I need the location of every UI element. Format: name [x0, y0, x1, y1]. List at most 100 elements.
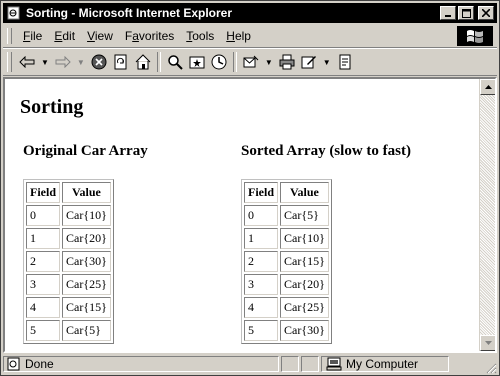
- minimize-button[interactable]: [440, 6, 456, 20]
- security-zone-text: My Computer: [346, 357, 419, 371]
- field-cell: 3: [244, 274, 278, 295]
- field-cell: 5: [26, 320, 60, 341]
- field-cell: 5: [244, 320, 278, 341]
- column-header-value: Value: [280, 182, 329, 203]
- edit-icon: [301, 56, 316, 69]
- favorites-icon: [189, 56, 205, 69]
- table-row: 3 Car{25}: [26, 274, 111, 295]
- vertical-scrollbar[interactable]: [479, 79, 495, 351]
- value-cell: Car{25}: [62, 274, 111, 295]
- home-button[interactable]: [132, 51, 154, 73]
- menu-file[interactable]: File: [17, 29, 48, 43]
- discuss-icon: [339, 54, 351, 70]
- field-cell: 4: [244, 297, 278, 318]
- value-cell: Car{10}: [280, 228, 329, 249]
- sorted-array-table: Field Value 0 Car{5} 1 Car{10} 2 Car{15} 3C…: [241, 179, 332, 344]
- scroll-up-button[interactable]: [480, 79, 495, 95]
- menu-help[interactable]: Help: [220, 29, 257, 43]
- stop-button[interactable]: [88, 51, 110, 73]
- resize-grip-icon[interactable]: [485, 362, 497, 374]
- forward-dropdown-icon[interactable]: ▼: [74, 58, 88, 67]
- mail-icon: [243, 55, 259, 68]
- value-cell: Car{15}: [62, 297, 111, 318]
- table-row: 5 Car{30}: [244, 320, 329, 341]
- table-row: 3 Car{20}: [244, 274, 329, 295]
- field-cell: 1: [26, 228, 60, 249]
- status-bar: Done My Computer: [3, 354, 497, 374]
- column-header-value: Value: [62, 182, 111, 203]
- arrow-down-icon: [484, 341, 492, 345]
- toolbar-grip[interactable]: [7, 52, 12, 72]
- value-cell: Car{30}: [280, 320, 329, 341]
- menu-tools[interactable]: Tools: [180, 29, 220, 43]
- table-row: 4 Car{15}: [26, 297, 111, 318]
- window-title: Sorting - Microsoft Internet Explorer: [26, 6, 233, 20]
- favorites-button[interactable]: [186, 51, 208, 73]
- toolbar-separator: [156, 52, 161, 72]
- discuss-button[interactable]: [334, 51, 356, 73]
- menu-view[interactable]: View: [81, 29, 119, 43]
- ie-page-icon: [6, 5, 22, 21]
- table-row: 1 Car{10}: [244, 228, 329, 249]
- close-button[interactable]: [478, 6, 494, 20]
- maximize-button[interactable]: [458, 6, 474, 20]
- table-row: 1 Car{20}: [26, 228, 111, 249]
- edit-dropdown-icon[interactable]: ▼: [320, 58, 334, 67]
- table-row: 2 Car{30}: [26, 251, 111, 272]
- mail-button[interactable]: [240, 51, 262, 73]
- maximize-icon: [461, 8, 471, 18]
- field-cell: 2: [244, 251, 278, 272]
- table-header-row: Field Value: [244, 182, 329, 203]
- table-row: 4 Car{25}: [244, 297, 329, 318]
- table-row: 0 Car{10}: [26, 205, 111, 226]
- menu-favorites[interactable]: Favorites: [119, 29, 180, 43]
- standard-toolbar: ▼ ▼ ▼ ▼: [3, 48, 497, 76]
- status-panel-blank: [281, 356, 299, 372]
- menu-grip[interactable]: [7, 28, 12, 44]
- arrow-up-icon: [484, 85, 492, 89]
- field-cell: 1: [244, 228, 278, 249]
- column-header-field: Field: [26, 182, 60, 203]
- value-cell: Car{20}: [62, 228, 111, 249]
- stop-icon: [91, 54, 107, 70]
- sorted-array-heading: Sorted Array (slow to fast): [241, 143, 411, 159]
- table-row: 5 Car{5}: [26, 320, 111, 341]
- security-zone-panel: My Computer: [321, 356, 449, 372]
- table-row: 0 Car{5}: [244, 205, 329, 226]
- windows-logo-icon: [467, 30, 483, 43]
- original-array-heading: Original Car Array: [23, 143, 148, 159]
- field-cell: 0: [26, 205, 60, 226]
- value-cell: Car{30}: [62, 251, 111, 272]
- refresh-button[interactable]: [110, 51, 132, 73]
- page-done-icon: [7, 357, 20, 371]
- windows-logo: [457, 26, 493, 46]
- close-icon: [482, 9, 490, 17]
- edit-button[interactable]: [298, 51, 320, 73]
- back-button[interactable]: [16, 51, 38, 73]
- menu-edit[interactable]: Edit: [48, 29, 81, 43]
- search-icon: [168, 55, 183, 70]
- column-header-field: Field: [244, 182, 278, 203]
- scroll-down-button[interactable]: [480, 335, 495, 351]
- status-text-panel: Done: [3, 356, 279, 372]
- table-header-row: Field Value: [26, 182, 111, 203]
- status-text: Done: [25, 357, 54, 371]
- table-row: 2 Car{15}: [244, 251, 329, 272]
- refresh-icon: [114, 54, 127, 70]
- print-button[interactable]: [276, 51, 298, 73]
- title-bar[interactable]: Sorting - Microsoft Internet Explorer: [3, 3, 497, 23]
- web-page: Sorting Original Car Array Sorted Array …: [5, 79, 479, 351]
- toolbar-separator: [232, 52, 237, 72]
- field-cell: 2: [26, 251, 60, 272]
- content-frame: Sorting Original Car Array Sorted Array …: [3, 77, 497, 353]
- search-button[interactable]: [164, 51, 186, 73]
- mail-dropdown-icon[interactable]: ▼: [262, 58, 276, 67]
- history-button[interactable]: [208, 51, 230, 73]
- value-cell: Car{20}: [280, 274, 329, 295]
- forward-button[interactable]: [52, 51, 74, 73]
- back-dropdown-icon[interactable]: ▼: [38, 58, 52, 67]
- value-cell: Car{5}: [62, 320, 111, 341]
- page-title: Sorting: [20, 96, 84, 118]
- value-cell: Car{25}: [280, 297, 329, 318]
- field-cell: 4: [26, 297, 60, 318]
